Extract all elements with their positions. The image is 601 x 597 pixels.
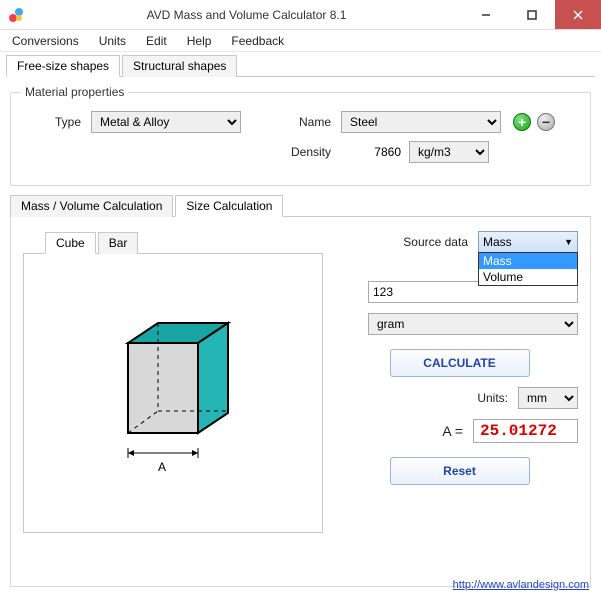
option-volume[interactable]: Volume bbox=[479, 269, 577, 285]
inner-tabs: Mass / Volume Calculation Size Calculati… bbox=[10, 194, 591, 587]
window-title: AVD Mass and Volume Calculator 8.1 bbox=[30, 8, 463, 22]
close-button[interactable] bbox=[555, 0, 601, 29]
tab-structural[interactable]: Structural shapes bbox=[122, 55, 237, 77]
material-properties-group: Material properties Type Metal & Alloy N… bbox=[10, 85, 591, 186]
maximize-button[interactable] bbox=[509, 0, 555, 29]
menu-units[interactable]: Units bbox=[91, 32, 134, 50]
source-data-dropdown[interactable]: Mass Volume bbox=[478, 252, 578, 286]
shape-tabs: Cube Bar bbox=[23, 231, 323, 253]
material-legend: Material properties bbox=[21, 85, 128, 99]
tab-mass-volume[interactable]: Mass / Volume Calculation bbox=[10, 195, 173, 217]
app-icon bbox=[8, 7, 24, 23]
add-material-button[interactable]: + bbox=[513, 113, 531, 131]
result-value: 25.01272 bbox=[473, 419, 578, 443]
units-label: Units: bbox=[477, 391, 508, 405]
footer-link[interactable]: http://www.avlandesign.com bbox=[453, 579, 589, 591]
menubar: Conversions Units Edit Help Feedback bbox=[0, 30, 601, 52]
type-label: Type bbox=[21, 115, 81, 129]
type-select[interactable]: Metal & Alloy bbox=[91, 111, 241, 133]
menu-feedback[interactable]: Feedback bbox=[223, 32, 292, 50]
density-unit-select[interactable]: kg/m3 bbox=[409, 141, 489, 163]
menu-edit[interactable]: Edit bbox=[138, 32, 175, 50]
svg-text:A: A bbox=[158, 460, 166, 474]
result-label: A = bbox=[442, 423, 463, 439]
calculate-button[interactable]: CALCULATE bbox=[390, 349, 530, 377]
tab-cube[interactable]: Cube bbox=[45, 232, 96, 254]
reset-button[interactable]: Reset bbox=[390, 457, 530, 485]
tab-free-size[interactable]: Free-size shapes bbox=[6, 55, 120, 77]
menu-help[interactable]: Help bbox=[179, 32, 220, 50]
name-select[interactable]: Steel bbox=[341, 111, 501, 133]
source-data-label: Source data bbox=[403, 235, 468, 249]
input-unit-select[interactable]: gram bbox=[368, 313, 578, 335]
source-data-select[interactable]: Mass ▼ Mass Volume bbox=[478, 231, 578, 253]
option-mass[interactable]: Mass bbox=[479, 253, 577, 269]
shape-preview: A bbox=[23, 253, 323, 533]
cube-icon: A bbox=[78, 293, 268, 493]
output-unit-select[interactable]: mm bbox=[518, 387, 578, 409]
chevron-down-icon: ▼ bbox=[564, 237, 573, 247]
tab-bar[interactable]: Bar bbox=[98, 232, 139, 254]
density-value: 7860 bbox=[341, 145, 401, 159]
name-label: Name bbox=[281, 115, 331, 129]
tab-size-calc[interactable]: Size Calculation bbox=[175, 195, 283, 217]
menu-conversions[interactable]: Conversions bbox=[4, 32, 87, 50]
remove-material-button[interactable]: − bbox=[537, 113, 555, 131]
titlebar: AVD Mass and Volume Calculator 8.1 bbox=[0, 0, 601, 30]
outer-tabs: Free-size shapes Structural shapes bbox=[6, 54, 595, 77]
minimize-button[interactable] bbox=[463, 0, 509, 29]
density-label: Density bbox=[281, 145, 331, 159]
